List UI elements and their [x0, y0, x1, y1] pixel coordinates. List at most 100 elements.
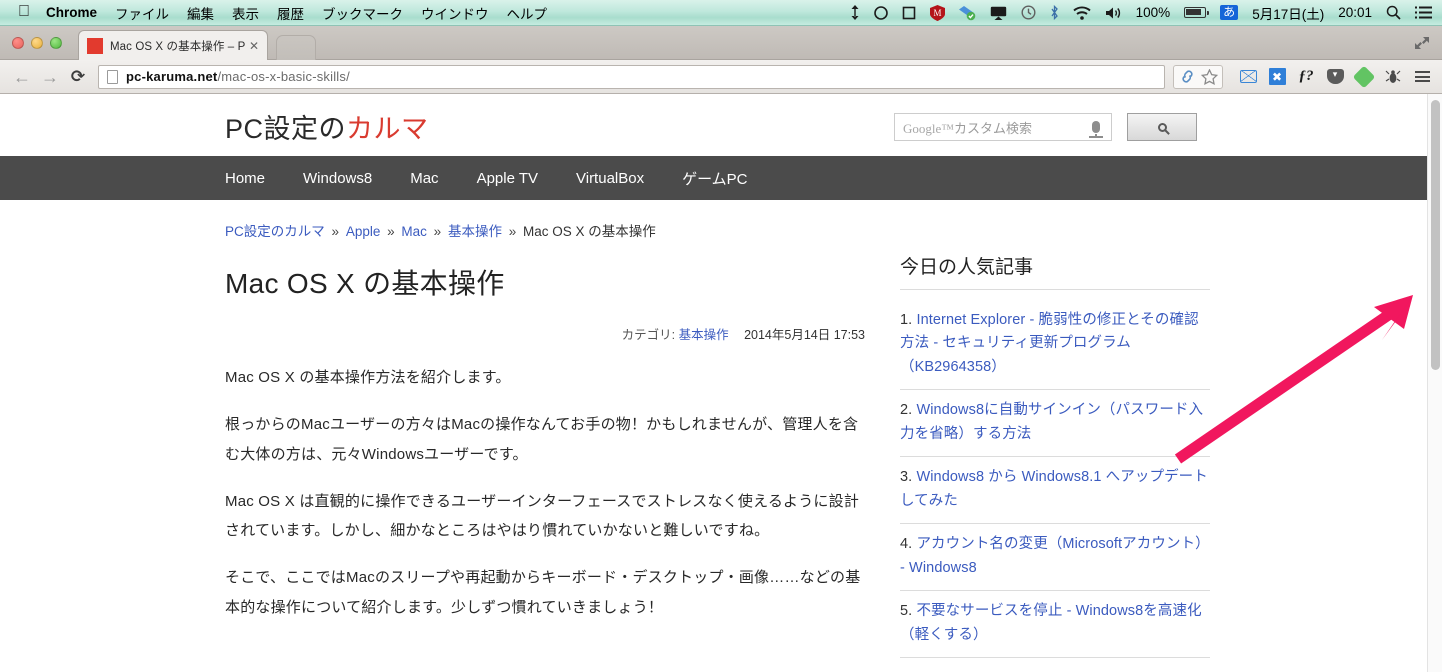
page-title: Mac OS X の基本操作 — [225, 268, 505, 299]
page-document-icon — [107, 69, 118, 84]
list-item[interactable]: 5. 不要なサービスを停止 - Windows8を高速化（軽くする） — [900, 591, 1210, 659]
airplay-icon[interactable] — [990, 6, 1007, 20]
page-scrollbar[interactable] — [1427, 94, 1442, 672]
chrome-menu-icon[interactable] — [1412, 67, 1432, 87]
list-item-link[interactable]: Windows8 から Windows8.1 へアップデートしてみた — [900, 469, 1208, 508]
breadcrumb-item-site[interactable]: PC設定のカルマ — [225, 224, 325, 239]
article-paragraph: そこで、ここではMacのスリープや再起動からキーボード・デスクトップ・画像……な… — [225, 569, 861, 616]
list-item[interactable]: 4. アカウント名の変更（Microsoftアカウント） - Windows8 — [900, 524, 1210, 592]
url-path: /mac-os-x-basic-skills/ — [217, 69, 350, 84]
page-scrollbar-thumb[interactable] — [1431, 100, 1440, 370]
search-input[interactable]: Google™カスタム検索 — [894, 113, 1112, 141]
updown-arrows-icon[interactable] — [850, 5, 860, 20]
menu-item-history[interactable]: 履歴 — [277, 3, 304, 23]
search-placeholder-text: カスタム検索 — [954, 120, 1033, 136]
square-icon[interactable] — [902, 6, 916, 20]
list-item[interactable]: 1. Internet Explorer - 脆弱性の修正とその確認方法 - セ… — [900, 300, 1210, 391]
dropbox-icon[interactable] — [958, 5, 976, 21]
menu-item-file[interactable]: ファイル — [115, 3, 169, 23]
list-item-link[interactable]: アカウント名の変更（Microsoftアカウント） - Windows8 — [900, 536, 1210, 575]
menu-item-view[interactable]: 表示 — [232, 3, 259, 23]
window-controls[interactable] — [12, 37, 62, 49]
browser-tab[interactable]: Mac OS X の基本操作 – PC設 ✕ — [78, 30, 268, 60]
category-link[interactable]: 基本操作 — [679, 328, 729, 342]
spotlight-search-icon[interactable] — [1386, 5, 1401, 20]
mail-icon[interactable] — [1238, 67, 1258, 87]
menu-item-bookmarks[interactable]: ブックマーク — [322, 3, 403, 23]
sidebar-title: 今日の人気記事 — [900, 252, 1210, 290]
battery-icon[interactable] — [1184, 7, 1210, 18]
nav-item-windows8[interactable]: Windows8 — [303, 170, 372, 187]
site-header: PC設定のカルマ Google™カスタム検索 — [0, 94, 1427, 156]
list-item-link[interactable]: Internet Explorer - 脆弱性の修正とその確認方法 - セキュリ… — [900, 312, 1199, 375]
list-item-link[interactable]: 不要なサービスを停止 - Windows8を高速化（軽くする） — [900, 603, 1202, 642]
list-item[interactable]: 3. Windows8 から Windows8.1 へアップデートしてみた — [900, 457, 1210, 525]
input-source-label: あ — [1220, 5, 1239, 20]
wifi-icon[interactable] — [1073, 6, 1091, 20]
menu-item-window[interactable]: ウインドウ — [421, 3, 489, 23]
list-item-link[interactable]: Windows8に自動サインイン（パスワード入力を省略）する方法 — [900, 402, 1203, 441]
input-source-indicator[interactable]: あ — [1220, 5, 1239, 20]
nav-item-game-pc[interactable]: ゲームPC — [682, 168, 747, 189]
close-window-button[interactable] — [12, 37, 24, 49]
tab-title: Mac OS X の基本操作 – PC設 — [110, 40, 245, 53]
link-share-icon[interactable] — [1177, 67, 1197, 87]
search-button[interactable] — [1127, 113, 1197, 141]
volume-icon[interactable] — [1105, 6, 1122, 20]
site-navigation: Home Windows8 Mac Apple TV VirtualBox ゲー… — [0, 156, 1427, 200]
menubar-clock[interactable]: 20:01 — [1338, 5, 1372, 20]
minimize-window-button[interactable] — [31, 37, 43, 49]
address-bar[interactable]: pc-karuma.net /mac-os-x-basic-skills/ — [98, 64, 1165, 89]
breadcrumb-item-mac[interactable]: Mac — [401, 224, 427, 239]
web-page: PC設定のカルマ Google™カスタム検索 Home Windows8 Mac… — [0, 94, 1427, 672]
article-body: Mac OS X の基本操作方法を紹介します。 根っからのMacユーザーの方々は… — [225, 363, 865, 622]
microphone-icon[interactable] — [1089, 121, 1103, 138]
list-item-index: 3. — [900, 469, 913, 486]
apple-logo-icon[interactable]:  — [18, 3, 30, 20]
circle-icon[interactable] — [873, 5, 888, 20]
menu-app-name[interactable]: Chrome — [46, 5, 97, 20]
site-logo[interactable]: PC設定のカルマ — [225, 107, 429, 146]
feedly-icon[interactable] — [1352, 65, 1376, 88]
search-placeholder-brand: Google™ — [903, 120, 955, 136]
pocket-icon[interactable]: ▾ — [1325, 67, 1345, 87]
breadcrumb-item-basics[interactable]: 基本操作 — [448, 224, 502, 239]
forward-arrow-icon[interactable]: → — [36, 63, 64, 91]
breadcrumb-item-apple[interactable]: Apple — [346, 224, 381, 239]
menu-item-edit[interactable]: 編集 — [187, 3, 214, 23]
fullscreen-expand-icon[interactable] — [1412, 34, 1432, 52]
breadcrumb-separator: » — [387, 224, 395, 239]
mcafee-shield-icon[interactable]: M — [929, 4, 945, 21]
battery-percent-label[interactable]: 100% — [1136, 5, 1171, 20]
list-item[interactable]: 2. Windows8に自動サインイン（パスワード入力を省略）する方法 — [900, 390, 1210, 458]
site-logo-main: PC設定の — [225, 114, 347, 144]
bookmark-star-icon[interactable] — [1199, 67, 1219, 87]
reload-icon[interactable]: ⟳ — [64, 63, 92, 91]
url-host: pc-karuma.net — [126, 69, 218, 84]
menubar-date: 5月17日(土) — [1252, 6, 1325, 22]
search-icon — [1157, 122, 1167, 132]
zoom-window-button[interactable] — [50, 37, 62, 49]
notification-center-icon[interactable] — [1415, 6, 1432, 19]
nav-item-virtualbox[interactable]: VirtualBox — [576, 170, 644, 187]
close-icon[interactable]: ✕ — [247, 39, 261, 53]
bluetooth-icon[interactable] — [1050, 5, 1059, 20]
xmarks-icon[interactable]: ✖ — [1267, 67, 1287, 87]
nav-item-home[interactable]: Home — [225, 170, 265, 187]
search-placeholder: Google™カスタム検索 — [903, 118, 1092, 137]
menu-item-help[interactable]: ヘルプ — [507, 3, 548, 23]
bug-icon[interactable] — [1383, 67, 1403, 87]
nav-item-mac[interactable]: Mac — [410, 170, 438, 187]
nav-item-apple-tv[interactable]: Apple TV — [477, 170, 538, 187]
page-viewport: PC設定のカルマ Google™カスタム検索 Home Windows8 Mac… — [0, 94, 1442, 672]
article-meta: カテゴリ: 基本操作 2014年5月14日 17:53 — [225, 324, 865, 343]
breadcrumb: PC設定のカルマ » Apple » Mac » 基本操作 » Mac OS X… — [225, 220, 656, 240]
new-tab-button[interactable] — [276, 35, 316, 60]
time-machine-icon[interactable] — [1021, 5, 1036, 20]
back-arrow-icon[interactable]: ← — [8, 63, 36, 91]
article: Mac OS X の基本操作 カテゴリ: 基本操作 2014年5月14日 17:… — [225, 262, 865, 640]
breadcrumb-item-current: Mac OS X の基本操作 — [523, 224, 656, 239]
f-question-icon[interactable]: ƒ? — [1296, 67, 1316, 87]
breadcrumb-separator: » — [331, 224, 340, 239]
toolbar-icons: ✖ ƒ? ▾ — [1173, 64, 1434, 89]
